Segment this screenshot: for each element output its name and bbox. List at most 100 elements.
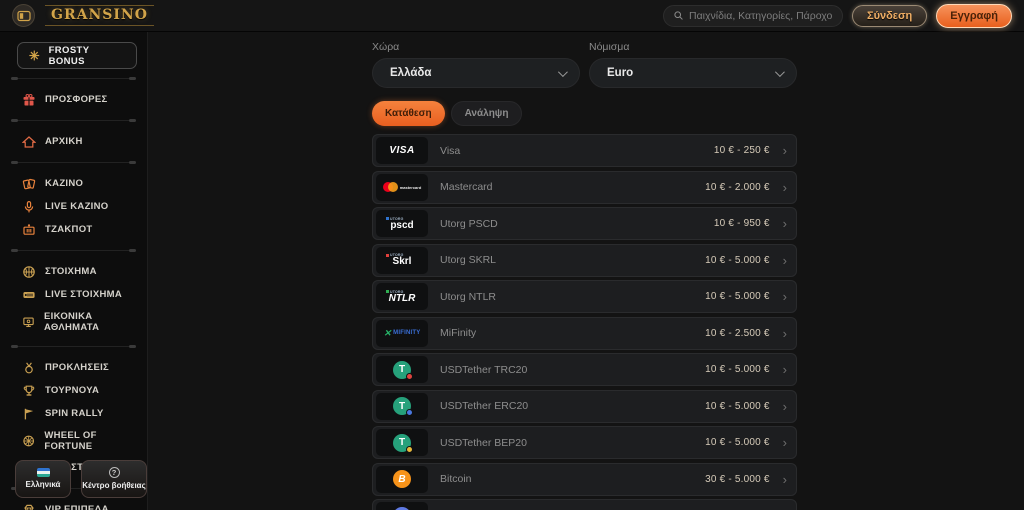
currency-select[interactable]: Euro [589, 58, 797, 88]
payment-row-visa[interactable]: VISA Visa 10 € - 250 € › [372, 134, 797, 167]
header-actions: Σύνδεση Εγγραφή [663, 3, 1012, 28]
pscd-logo-text: pscd [390, 219, 414, 231]
tether-coin-icon: T [393, 397, 413, 416]
help-center-button[interactable]: ? Κέντρο βοήθειας [81, 460, 147, 498]
search-bar[interactable] [663, 4, 843, 27]
sidebar-item-label: ΠΡΟΚΛΗΣΕΙΣ [45, 362, 110, 373]
payment-name: USDTether ERC20 [440, 400, 529, 412]
usdt-bep20-logo: T [376, 429, 428, 456]
mastercard-logo-art: mastercard [382, 182, 422, 192]
sidebar-item-offers[interactable]: ΠΡΟΣΦΟΡΕΣ [0, 88, 147, 111]
sidebar-item-home[interactable]: ΑΡΧΙΚΗ [0, 130, 147, 153]
language-button[interactable]: Ελληνικά [15, 460, 71, 498]
payment-row-mastercard[interactable]: mastercard Mastercard 10 € - 2.000 € › [372, 170, 797, 204]
sidebar-toggle-button[interactable] [12, 4, 35, 27]
payment-row-utorg-skrl[interactable]: UTORG Skrl Utorg SKRL 10 € - 5.000 € › [372, 243, 797, 277]
trc20-badge-icon [406, 372, 413, 380]
sidebar-item-spin-rally[interactable]: SPIN RALLY [0, 402, 147, 425]
currency-filter: Νόμισμα Euro [589, 41, 797, 88]
bitcoin-coin-icon: B [393, 470, 411, 488]
payment-name: USDTether TRC20 [440, 363, 528, 376]
bitcoin-symbol: B [398, 473, 406, 485]
sidebar-item-live-sportsbook[interactable]: LIVE ΣΤΟΙΧΗΜΑ [0, 283, 147, 306]
payment-row-utorg-pscd[interactable]: UTORG pscd Utorg PSCD 10 € - 950 € › [372, 207, 797, 240]
tab-withdraw[interactable]: Ανάληψη [450, 101, 523, 126]
payment-row-mifinity[interactable]: ✕ MIFINITY MiFinity 10 € - 2.500 € › [372, 316, 797, 350]
payment-row-usdt-trc20[interactable]: T USDTether TRC20 10 € - 5.000 € › [372, 353, 797, 386]
payment-row-ethereum[interactable]: Ethereum 10 € - 5.000 € › [372, 499, 797, 510]
payment-range: 10 € - 950 € [713, 218, 770, 229]
currency-label: Νόμισμα [589, 41, 630, 53]
usdt-trc20-logo: T [376, 356, 428, 383]
sidebar-item-sportsbook[interactable]: ΣΤΟΙΧΗΜΑ [0, 260, 147, 283]
home-icon [22, 135, 36, 148]
sidebar-item-label: ΣΤΟΙΧΗΜΑ [45, 266, 97, 277]
mastercard-circles-icon [382, 182, 398, 192]
sidebar-item-wheel-of-fortune[interactable]: WHEEL OF FORTUNE [0, 425, 147, 456]
chevron-right-icon: › [782, 252, 787, 268]
deposit-withdraw-tabs: Κατάθεση Ανάληψη [372, 101, 1024, 126]
country-filter: Χώρα Ελλάδα [372, 41, 580, 88]
payment-row-utorg-ntlr[interactable]: UTORG NTLR Utorg NTLR 10 € - 5.000 € › [372, 280, 797, 313]
sidebar-item-tournaments[interactable]: ΤΟΥΡΝΟΥΑ [0, 379, 147, 402]
sidebar-item-vip-levels[interactable]: VIP ΕΠΙΠΕΔΑ [0, 498, 147, 510]
tether-symbol: T [398, 437, 406, 448]
mastercard-logo-text: mastercard [399, 184, 422, 190]
payment-row-usdt-bep20[interactable]: T USDTether BEP20 10 € - 5.000 € › [372, 426, 797, 459]
payment-range: 10 € - 2.500 € [705, 327, 770, 339]
payment-row-usdt-erc20[interactable]: T USDTether ERC20 10 € - 5.000 € › [372, 389, 797, 423]
language-label: Ελληνικά [25, 480, 61, 490]
chevron-down-icon [557, 66, 568, 77]
divider [11, 77, 136, 80]
payment-range: 10 € - 2.000 € [705, 181, 770, 193]
mifinity-logo-text: MIFINITY [393, 330, 421, 336]
search-input[interactable] [689, 9, 833, 22]
payment-name: USDTether BEP20 [440, 436, 527, 449]
sidebar-item-challenges[interactable]: ΠΡΟΚΛΗΣΕΙΣ [0, 356, 147, 379]
tether-symbol: T [398, 400, 406, 412]
tether-coin-icon: T [393, 360, 413, 380]
payment-name: Utorg NTLR [440, 290, 497, 303]
chevron-down-icon [774, 66, 785, 77]
live-badge-icon [23, 291, 35, 298]
mifinity-logo-art: ✕ MIFINITY [384, 328, 421, 339]
sidebar-item-live-casino[interactable]: LIVE ΚΑΖΙΝΟ [0, 195, 147, 218]
main-content: Χώρα Ελλάδα Νόμισμα Euro Κατάθεση Ανάληψ… [148, 32, 1024, 510]
payment-name: Visa [440, 144, 461, 157]
country-select[interactable]: Ελλάδα [372, 58, 580, 88]
gransino-logo[interactable]: GRANSINO [45, 5, 154, 26]
monitor-icon [23, 317, 34, 327]
skrl-logo-text: Skrl [392, 256, 412, 267]
payment-name: MiFinity [440, 327, 477, 339]
search-icon [674, 11, 683, 20]
slot-machine-icon [23, 223, 35, 235]
utorg-ntlr-logo: UTORG NTLR [376, 283, 428, 310]
tab-deposit[interactable]: Κατάθεση [372, 101, 445, 126]
usdt-erc20-logo: T [376, 392, 428, 420]
tether-coin-icon: T [393, 433, 413, 453]
payment-range: 10 € - 5.000 € [705, 254, 770, 266]
chevron-right-icon: › [782, 362, 787, 377]
divider [11, 345, 136, 348]
frosty-bonus-button[interactable]: FROSTY BONUS [17, 42, 137, 69]
payment-row-bitcoin[interactable]: B Bitcoin 30 € - 5.000 € › [372, 462, 797, 496]
trophy-icon [23, 385, 35, 396]
chevron-right-icon: › [782, 471, 787, 487]
app-window: GRANSINO Σύνδεση Εγγραφή [0, 0, 1024, 510]
sidebar-item-label: WHEEL OF FORTUNE [44, 429, 97, 452]
utorg-dot-icon [386, 217, 389, 220]
login-button[interactable]: Σύνδεση [852, 4, 928, 27]
sidebar-item-virtual-sports[interactable]: ΕΙΚΟΝΙΚΑ ΑΘΛΗΜΑΤΑ [0, 306, 147, 337]
chevron-right-icon: › [782, 398, 787, 414]
sidebar-item-label: ΚΑΖΙΝΟ [45, 178, 84, 189]
payment-name: Utorg PSCD [440, 217, 498, 230]
utorg-skrl-logo: UTORG Skrl [376, 246, 428, 274]
sidebar-item-jackpot[interactable]: ΤΖΑΚΠΟΤ [0, 218, 147, 241]
sidebar-item-label: LIVE ΣΤΟΙΧΗΜΑ [45, 289, 122, 300]
register-button[interactable]: Εγγραφή [936, 3, 1012, 28]
bitcoin-logo: B [376, 465, 428, 493]
sidebar-footer: Ελληνικά ? Κέντρο βοήθειας [15, 460, 147, 498]
sidebar-item-casino[interactable]: ΚΑΖΙΝΟ [0, 172, 147, 195]
sidebar-item-label: ΠΡΟΣΦΟΡΕΣ [45, 94, 108, 105]
payment-range: 10 € - 5.000 € [705, 400, 770, 412]
